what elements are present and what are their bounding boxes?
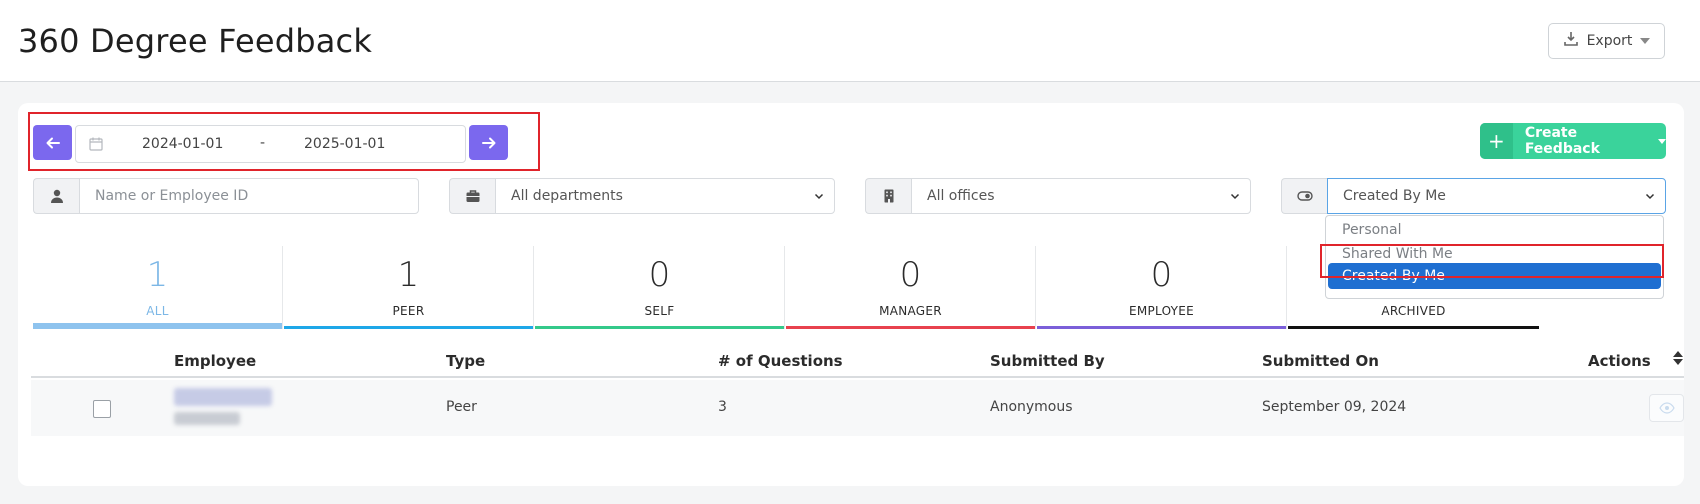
stat-count: 0 — [899, 255, 922, 295]
employee-search-input[interactable]: Name or Employee ID — [79, 178, 419, 214]
office-filter: All offices — [865, 178, 1251, 214]
stat-tile-employee[interactable]: 0 EMPLOYEE — [1037, 246, 1286, 329]
stat-underline — [284, 326, 533, 329]
row-questions: 3 — [718, 399, 727, 415]
eye-icon — [1658, 402, 1675, 414]
selected-option-highlight — [1320, 244, 1664, 278]
next-period-button[interactable] — [469, 125, 508, 160]
row-checkbox[interactable] — [93, 400, 111, 418]
stat-label: SELF — [644, 304, 675, 318]
department-select[interactable]: All departments — [495, 178, 835, 214]
caret-down-icon — [1640, 38, 1651, 44]
stat-tile-peer[interactable]: 1 PEER — [284, 246, 533, 329]
stat-count: 0 — [648, 255, 671, 295]
start-date[interactable]: 2024-01-01 — [142, 136, 223, 152]
export-button[interactable]: Export — [1548, 23, 1665, 59]
employee-department-redacted — [174, 412, 240, 425]
office-select[interactable]: All offices — [911, 178, 1251, 214]
end-date[interactable]: 2025-01-01 — [304, 136, 385, 152]
date-separator: - — [260, 135, 266, 151]
employee-name-redacted[interactable] — [174, 388, 272, 406]
building-icon — [865, 178, 911, 214]
sort-icon[interactable] — [1672, 350, 1684, 366]
export-label: Export — [1586, 33, 1633, 49]
option-personal[interactable]: Personal — [1342, 222, 1402, 238]
column-employee[interactable]: Employee — [174, 352, 256, 370]
stat-label: EMPLOYEE — [1128, 304, 1195, 318]
office-value: All offices — [927, 188, 995, 204]
column-type[interactable]: Type — [446, 352, 485, 370]
visibility-select[interactable]: Created By Me — [1327, 178, 1666, 214]
column-questions[interactable]: # of Questions — [718, 352, 843, 370]
stat-underline — [535, 326, 784, 329]
stat-label: ALL — [146, 304, 169, 318]
divider — [1286, 246, 1287, 329]
stat-underline — [1037, 326, 1286, 329]
department-value: All departments — [511, 188, 623, 204]
chevron-down-icon — [1645, 193, 1655, 200]
visibility-filter: Created By Me — [1281, 178, 1666, 214]
row-submitted-by: Anonymous — [990, 399, 1073, 415]
row-submitted-on: September 09, 2024 — [1262, 399, 1407, 415]
calendar-icon — [89, 137, 103, 151]
create-feedback-button[interactable]: + Create Feedback — [1480, 123, 1666, 159]
column-actions[interactable]: Actions — [1588, 352, 1651, 370]
briefcase-icon — [449, 178, 495, 214]
divider — [1035, 246, 1036, 329]
stat-tile-manager[interactable]: 0 MANAGER — [786, 246, 1035, 329]
stat-count: 1 — [397, 255, 420, 295]
stat-label: MANAGER — [879, 304, 942, 318]
stat-label: PEER — [392, 304, 425, 318]
stat-count: 0 — [1150, 255, 1173, 295]
employee-search-filter: Name or Employee ID — [33, 178, 419, 214]
stat-tile-all[interactable]: 1 ALL — [33, 246, 282, 329]
stat-underline — [33, 323, 282, 329]
divider — [282, 246, 283, 329]
chevron-down-icon — [814, 193, 824, 200]
stat-underline — [786, 326, 1035, 329]
toggle-icon — [1281, 178, 1327, 214]
stat-count: 1 — [146, 255, 169, 295]
chevron-down-icon — [1230, 193, 1240, 200]
arrow-left-icon — [46, 137, 60, 148]
previous-period-button[interactable] — [33, 125, 72, 160]
plus-icon: + — [1480, 123, 1513, 159]
visibility-value: Created By Me — [1343, 188, 1446, 204]
user-icon — [33, 178, 79, 214]
divider — [784, 246, 785, 329]
page-title: 360 Degree Feedback — [18, 22, 373, 60]
stat-tile-self[interactable]: 0 SELF — [535, 246, 784, 329]
view-button[interactable] — [1649, 394, 1684, 422]
date-range-picker[interactable]: 2024-01-01 - 2025-01-01 — [75, 125, 466, 163]
caret-down-icon — [1658, 138, 1666, 144]
stat-underline — [1288, 326, 1539, 329]
table-row: Peer 3 Anonymous September 09, 2024 — [31, 380, 1684, 436]
row-type: Peer — [446, 399, 477, 415]
table-header: Employee Type # of Questions Submitted B… — [31, 342, 1684, 378]
create-feedback-label: Create Feedback — [1524, 125, 1600, 157]
divider — [533, 246, 534, 329]
feedback-card: 2024-01-01 - 2025-01-01 + Create Feedbac… — [18, 103, 1684, 486]
stat-label: ARCHIVED — [1381, 304, 1446, 318]
download-icon — [1563, 31, 1579, 51]
arrow-right-icon — [481, 137, 495, 148]
department-filter: All departments — [449, 178, 835, 214]
top-bar: 360 Degree Feedback Export — [0, 0, 1700, 82]
column-submitted-by[interactable]: Submitted By — [990, 352, 1105, 370]
column-submitted-on[interactable]: Submitted On — [1262, 352, 1379, 370]
